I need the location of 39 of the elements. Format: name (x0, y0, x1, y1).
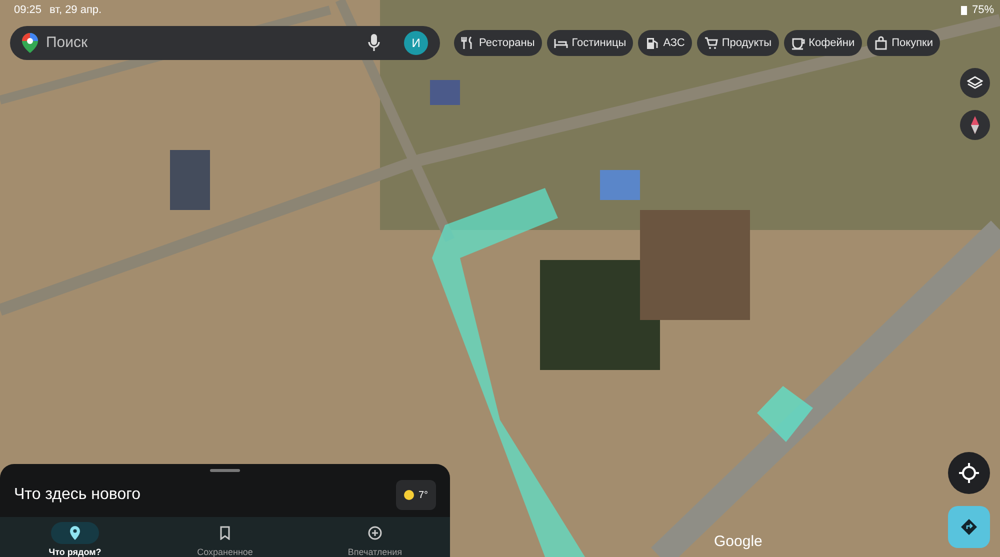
drag-handle[interactable] (210, 469, 240, 472)
directions-button[interactable] (948, 506, 990, 548)
directions-icon (961, 519, 977, 535)
category-chip[interactable]: Рестораны (454, 30, 542, 56)
shopping-bag-icon (874, 36, 888, 50)
category-chip[interactable]: Кофейни (784, 30, 862, 56)
sheet-title: Что здесь нового (14, 485, 140, 505)
weather-chip[interactable]: 7° (396, 480, 436, 510)
status-date: вт, 29 апр. (50, 3, 102, 18)
fuel-pump-icon (645, 36, 660, 50)
status-time: 09:25 (14, 3, 42, 18)
microphone-icon[interactable] (368, 34, 380, 52)
map-pin-icon (68, 526, 82, 540)
sun-icon (404, 490, 414, 500)
nav-tab[interactable]: Что рядом? (0, 517, 150, 557)
temperature: 7° (418, 488, 428, 502)
category-chip[interactable]: Гостиницы (546, 30, 634, 56)
highlighted-area (757, 386, 813, 442)
plus-circle-icon (368, 526, 382, 540)
building-roof (600, 170, 640, 200)
nav-tab[interactable]: Сохраненное (150, 517, 300, 557)
bed-icon (554, 36, 568, 50)
building-roof (430, 80, 460, 105)
crosshair-icon (959, 463, 979, 483)
cup-icon (790, 36, 805, 50)
fork-knife-icon (461, 36, 475, 50)
category-chip[interactable]: Покупки (866, 30, 940, 56)
building-roof (170, 150, 210, 210)
cart-icon (704, 36, 718, 50)
search-field[interactable]: Поиск (46, 32, 360, 54)
category-chip[interactable]: Продукты (696, 30, 779, 56)
compass-icon (971, 116, 979, 134)
nav-tab[interactable]: Впечатления (300, 517, 450, 557)
category-chip[interactable]: АЗС (638, 30, 692, 56)
layers-icon (967, 76, 983, 90)
map-pin-logo-icon (22, 33, 38, 53)
google-attribution: Google (714, 532, 762, 552)
bookmark-icon (218, 526, 232, 540)
battery-level: 75% (972, 3, 994, 18)
